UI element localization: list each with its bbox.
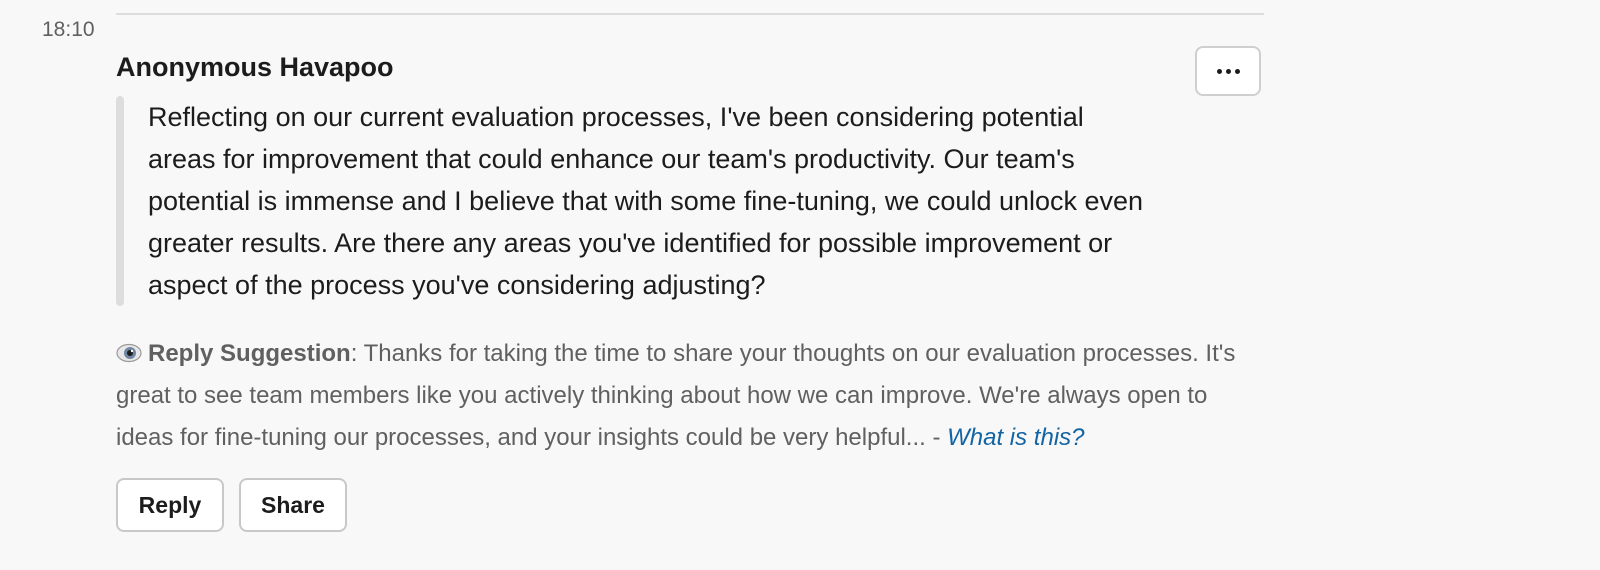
message-container: 18:10 Anonymous Havapoo Reflecting on ou… [0,0,1600,570]
what-is-this-link[interactable]: What is this? [947,424,1084,451]
reply-suggestion-label: Reply Suggestion [148,340,351,367]
reply-suggestion: Reply Suggestion: Thanks for taking the … [116,333,1256,459]
message-divider [116,13,1264,15]
message-timestamp[interactable]: 18:10 [42,18,95,42]
quote-bar [116,96,124,306]
eye-icon [116,343,142,363]
message-quote: Reflecting on our current evaluation pro… [116,96,1146,306]
share-button[interactable]: Share [239,478,347,532]
more-actions-button[interactable] [1195,46,1261,96]
reply-suggestion-separator: : [350,340,364,367]
reply-button[interactable]: Reply [116,478,224,532]
message-body: Reflecting on our current evaluation pro… [148,102,1144,300]
message-author[interactable]: Anonymous Havapoo [116,52,394,83]
ellipsis-icon [1216,68,1240,74]
